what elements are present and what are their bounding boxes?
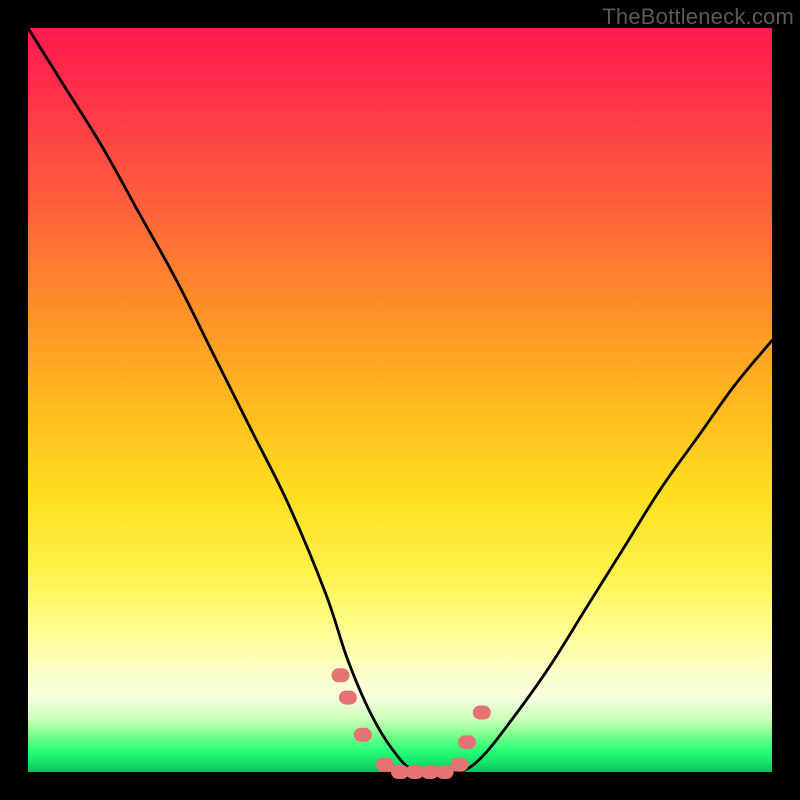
highlight-dot [376, 758, 394, 772]
highlight-dot [451, 758, 469, 772]
highlight-dot [339, 691, 357, 705]
curve-layer [28, 28, 772, 772]
watermark-text: TheBottleneck.com [602, 4, 794, 30]
highlight-dot [458, 735, 476, 749]
highlight-dot [354, 728, 372, 742]
highlight-dot [473, 706, 491, 720]
plot-area [28, 28, 772, 772]
highlight-dot [332, 668, 350, 682]
highlight-dots [332, 668, 491, 779]
highlight-dot [436, 765, 454, 779]
bottleneck-curve [28, 28, 772, 774]
chart-frame: TheBottleneck.com [0, 0, 800, 800]
